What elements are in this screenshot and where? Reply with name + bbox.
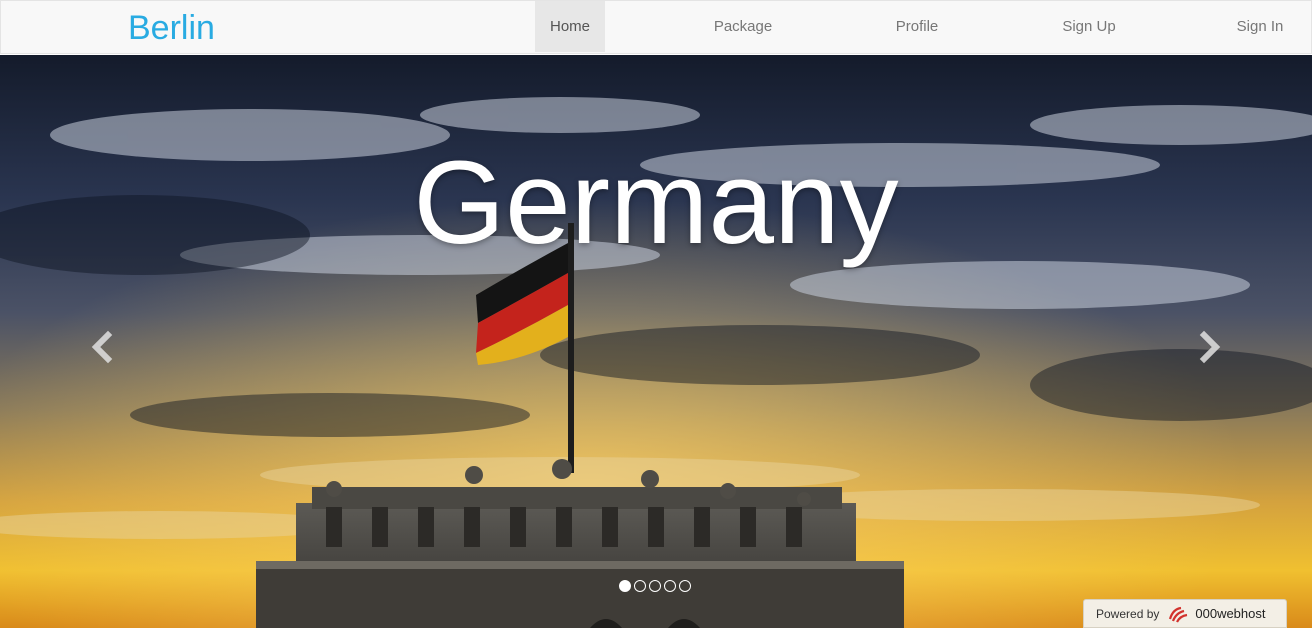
hero-caption: Germany	[413, 137, 899, 269]
hero-carousel: Germany	[0, 55, 1312, 628]
chevron-right-icon	[1199, 330, 1221, 364]
nav-item-profile[interactable]: Profile	[881, 1, 953, 52]
nav-item-sign-up[interactable]: Sign Up	[1051, 1, 1127, 52]
carousel-indicators	[619, 579, 691, 593]
carousel-indicator-5[interactable]	[679, 580, 691, 592]
powered-by-badge[interactable]: Powered by 000webhost	[1083, 599, 1287, 628]
webhost-name: 000webhost	[1195, 606, 1266, 621]
carousel-next-button[interactable]	[1190, 323, 1230, 371]
carousel-indicator-4[interactable]	[664, 580, 676, 592]
carousel-indicator-3[interactable]	[649, 580, 661, 592]
nav-item-package[interactable]: Package	[701, 1, 785, 52]
powered-by-label: Powered by	[1096, 606, 1160, 621]
navbar: Berlin Home Package Profile Sign Up Sign…	[0, 0, 1312, 54]
nav-item-sign-in[interactable]: Sign In	[1225, 1, 1295, 52]
webhost-logo-icon	[1167, 605, 1191, 623]
brand-logo-link[interactable]: Berlin	[128, 7, 215, 49]
chevron-left-icon	[91, 330, 113, 364]
nav-item-home[interactable]: Home	[535, 1, 605, 52]
carousel-prev-button[interactable]	[82, 323, 122, 371]
carousel-indicator-2[interactable]	[634, 580, 646, 592]
carousel-indicator-1[interactable]	[619, 580, 631, 592]
